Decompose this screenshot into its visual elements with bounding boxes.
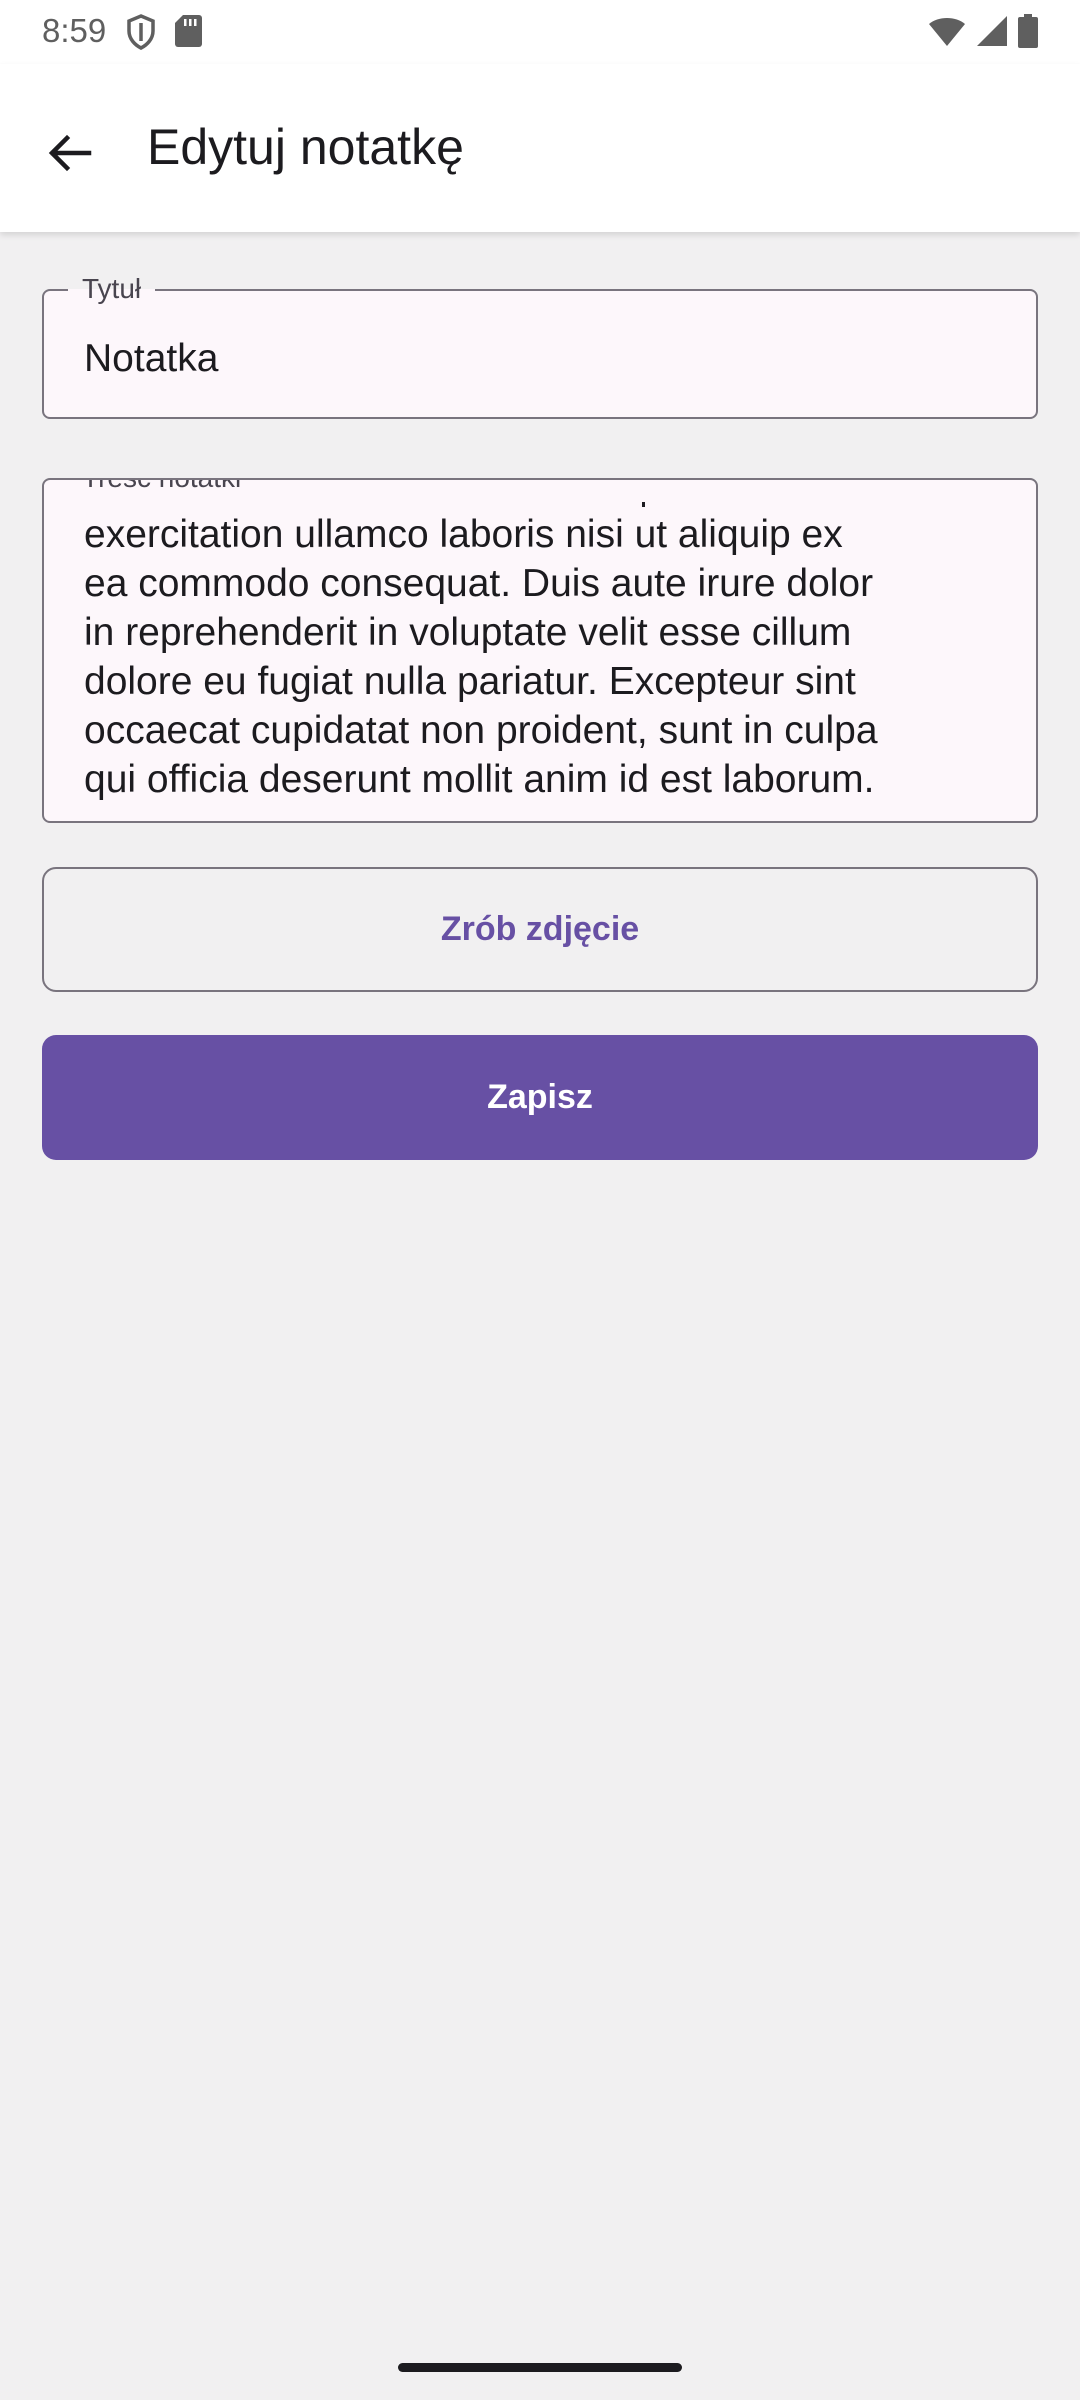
status-right-icons	[928, 14, 1038, 53]
take-photo-button[interactable]: Zrób zdjęcie	[42, 867, 1038, 992]
battery-icon	[1018, 14, 1038, 53]
status-time: 8:59	[42, 12, 107, 49]
status-left-icons	[126, 14, 202, 55]
gesture-navigation-handle[interactable]	[398, 2363, 682, 2372]
signal-icon	[976, 15, 1008, 52]
scrolled-text-fragment	[642, 502, 645, 507]
title-field[interactable]: Tytuł Notatka	[42, 273, 1038, 419]
shield-icon	[126, 14, 156, 55]
arrow-back-icon	[45, 129, 93, 182]
title-field-label: Tytuł	[68, 273, 156, 305]
page-title: Edytuj notatkę	[147, 119, 464, 175]
back-button[interactable]	[30, 116, 108, 194]
status-bar: 8:59	[0, 0, 1080, 64]
content-textarea[interactable]: exercitation ullamco laboris nisi ut ali…	[84, 510, 976, 804]
app-bar: Edytuj notatkę	[0, 64, 1080, 232]
wifi-icon	[928, 15, 966, 52]
sd-card-icon	[174, 14, 202, 55]
save-button[interactable]: Zapisz	[42, 1035, 1038, 1160]
content-field-label: Treść notatki	[68, 480, 256, 494]
title-input[interactable]: Notatka	[84, 337, 218, 381]
content-field[interactable]: Treść notatki exercitation ullamco labor…	[42, 478, 1038, 823]
